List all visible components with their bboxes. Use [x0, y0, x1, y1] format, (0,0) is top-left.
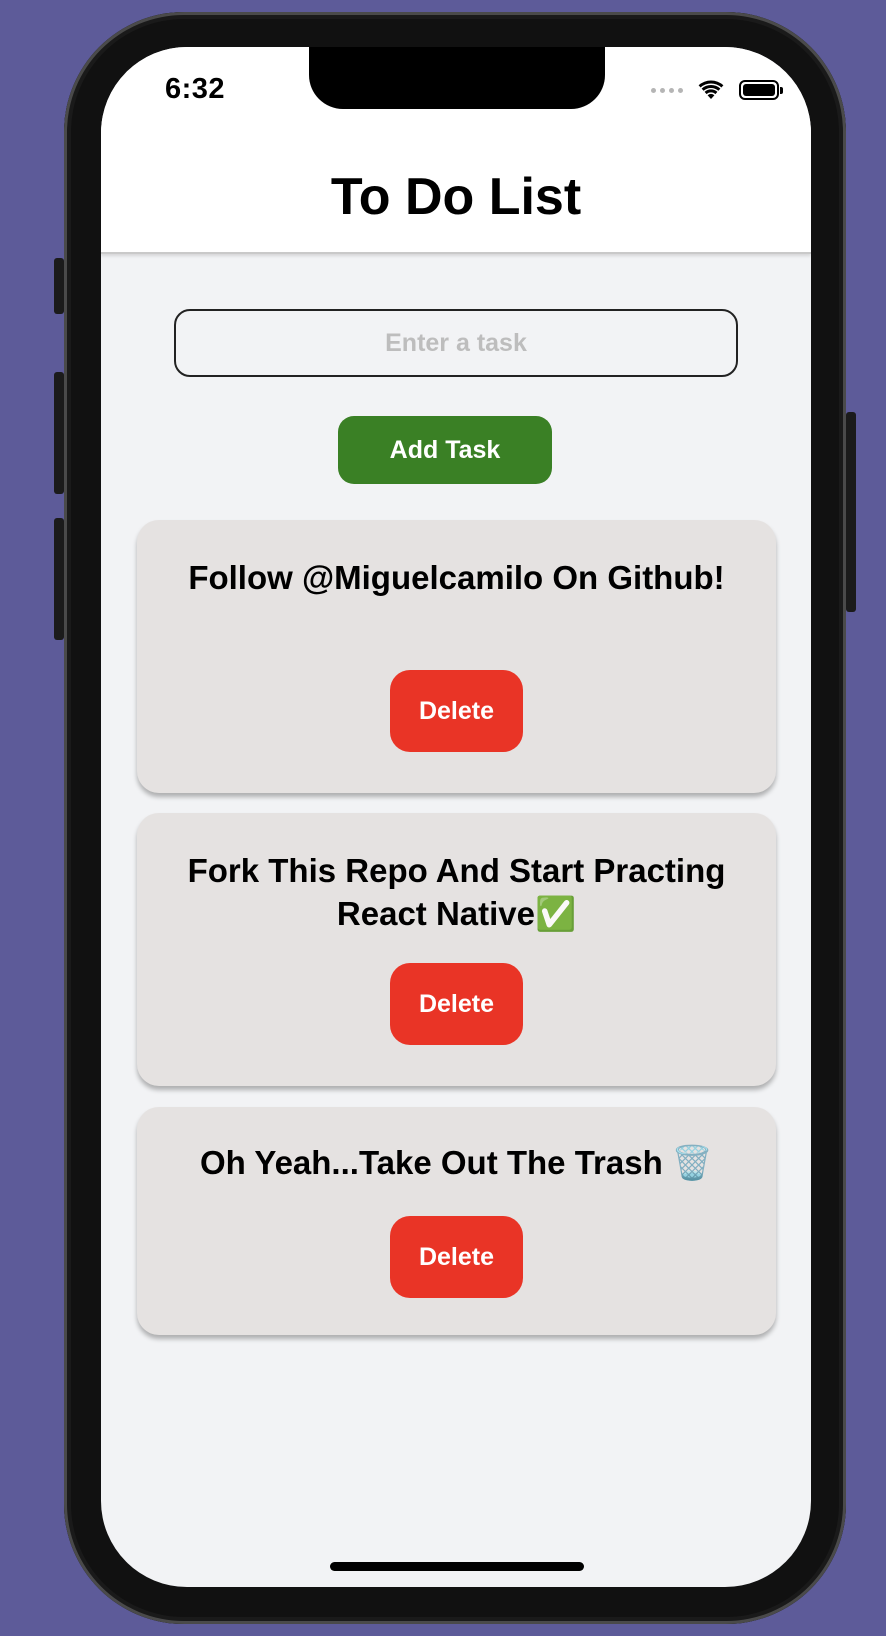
volume-down-button [54, 518, 64, 640]
delete-task-button[interactable]: Delete [390, 670, 523, 752]
page-title: To Do List [330, 168, 582, 226]
task-card: Follow @Miguelcamilo On Github! Delete [137, 520, 776, 793]
status-icons [651, 79, 783, 101]
home-indicator[interactable] [330, 1562, 584, 1571]
task-text: Follow @Miguelcamilo On Github! [188, 559, 725, 596]
cellular-signal-icon [651, 87, 683, 93]
power-button [846, 412, 856, 612]
battery-icon [739, 80, 783, 100]
wifi-icon [698, 80, 724, 99]
app-screen: 6:32 To Do List Add Task Follow @Miguelc… [101, 47, 811, 1587]
device-notch [309, 47, 605, 109]
delete-task-button[interactable]: Delete [390, 963, 523, 1045]
status-time: 6:32 [165, 73, 226, 105]
task-input[interactable] [174, 309, 738, 377]
ring-silent-switch [54, 258, 64, 314]
task-card: Oh Yeah...Take Out The Trash 🗑️ Delete [137, 1107, 776, 1335]
delete-task-button[interactable]: Delete [390, 1216, 523, 1298]
task-card: Fork This Repo And Start Practing React … [137, 813, 776, 1086]
add-task-button[interactable]: Add Task [338, 416, 552, 484]
task-text: Fork This Repo And Start Practing React … [187, 852, 726, 932]
app-header: 6:32 To Do List [101, 47, 811, 254]
task-text: Oh Yeah...Take Out The Trash 🗑️ [199, 1144, 713, 1181]
volume-up-button [54, 372, 64, 494]
